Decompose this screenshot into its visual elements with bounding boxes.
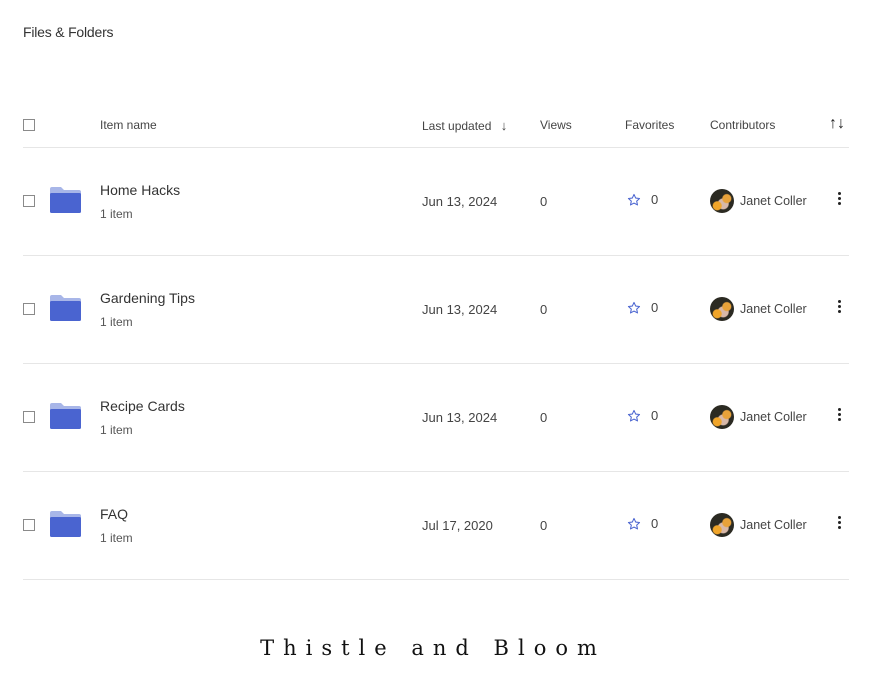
last-updated: Jun 13, 2024 [422, 194, 498, 209]
favorites-count: 0 [651, 192, 659, 207]
select-all-checkbox[interactable] [23, 119, 35, 131]
column-favorites[interactable]: Favorites [625, 118, 674, 132]
item-count: 1 item [100, 423, 133, 437]
sort-toggle-icon[interactable]: ↑↓ [829, 115, 845, 133]
row-checkbox[interactable] [23, 195, 35, 207]
last-updated: Jul 17, 2020 [422, 518, 493, 533]
favorites-count: 0 [651, 408, 659, 423]
row-checkbox[interactable] [23, 411, 35, 423]
column-item-name[interactable]: Item name [100, 118, 157, 132]
folder-icon [50, 295, 81, 321]
star-icon[interactable] [627, 193, 641, 207]
item-name[interactable]: Home Hacks [100, 182, 180, 198]
avatar [710, 405, 734, 429]
sort-down-icon: ↓ [500, 118, 508, 133]
folder-icon [50, 403, 81, 429]
last-updated: Jun 13, 2024 [422, 302, 498, 317]
brand-name: Thistle and Bloom [260, 636, 606, 660]
folder-icon [50, 511, 81, 537]
item-name[interactable]: FAQ [100, 506, 128, 522]
views-count: 0 [540, 194, 548, 209]
item-count: 1 item [100, 531, 133, 545]
folder-icon [50, 187, 81, 213]
table-header: Item name Last updated ↓ Views Favorites… [23, 108, 849, 148]
more-options-icon[interactable] [833, 190, 845, 210]
views-count: 0 [540, 518, 548, 533]
more-options-icon[interactable] [833, 514, 845, 534]
star-icon[interactable] [627, 301, 641, 315]
row-checkbox[interactable] [23, 519, 35, 531]
column-last-updated[interactable]: Last updated ↓ [422, 118, 507, 133]
column-contributors[interactable]: Contributors [710, 118, 775, 132]
item-count: 1 item [100, 315, 133, 329]
contributor-name: Janet Coller [740, 194, 807, 208]
row-checkbox[interactable] [23, 303, 35, 315]
last-updated: Jun 13, 2024 [422, 410, 498, 425]
contributor-name: Janet Coller [740, 302, 807, 316]
views-count: 0 [540, 302, 548, 317]
page-title: Files & Folders [23, 24, 114, 40]
star-icon[interactable] [627, 409, 641, 423]
table-row[interactable]: Home Hacks 1 item Jun 13, 2024 0 0 Janet… [23, 148, 849, 256]
files-table: Item name Last updated ↓ Views Favorites… [23, 108, 849, 580]
more-options-icon[interactable] [833, 298, 845, 318]
contributor-name: Janet Coller [740, 410, 807, 424]
table-row[interactable]: Recipe Cards 1 item Jun 13, 2024 0 0 Jan… [23, 364, 849, 472]
item-name[interactable]: Recipe Cards [100, 398, 185, 414]
more-options-icon[interactable] [833, 406, 845, 426]
avatar [710, 513, 734, 537]
table-row[interactable]: Gardening Tips 1 item Jun 13, 2024 0 0 J… [23, 256, 849, 364]
table-row[interactable]: FAQ 1 item Jul 17, 2020 0 0 Janet Coller [23, 472, 849, 580]
views-count: 0 [540, 410, 548, 425]
column-last-updated-label: Last updated [422, 119, 492, 133]
avatar [710, 297, 734, 321]
item-count: 1 item [100, 207, 133, 221]
avatar [710, 189, 734, 213]
favorites-count: 0 [651, 300, 659, 315]
favorites-count: 0 [651, 516, 659, 531]
star-icon[interactable] [627, 517, 641, 531]
contributor-name: Janet Coller [740, 518, 807, 532]
column-views[interactable]: Views [540, 118, 572, 132]
item-name[interactable]: Gardening Tips [100, 290, 195, 306]
